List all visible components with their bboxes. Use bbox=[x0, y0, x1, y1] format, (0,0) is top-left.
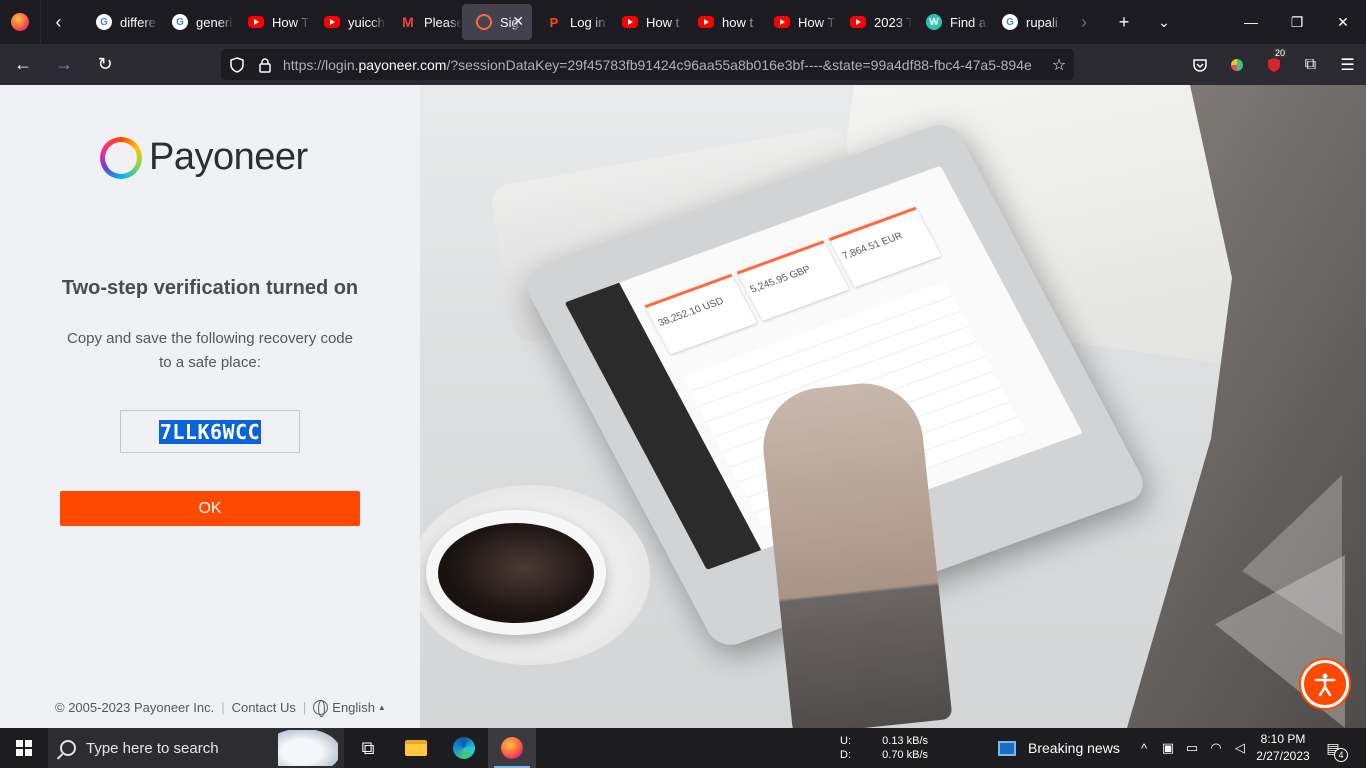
polar-bear-illustration bbox=[278, 730, 338, 766]
page-title: Two-step verification turned on bbox=[61, 277, 359, 299]
tab[interactable]: M Please bbox=[386, 4, 462, 40]
tab-active[interactable]: Sign✕ bbox=[462, 4, 532, 40]
battery-icon[interactable]: ▭ bbox=[1180, 740, 1204, 756]
accessibility-icon[interactable] bbox=[1301, 660, 1349, 708]
task-view-icon[interactable]: ⧉ bbox=[344, 728, 392, 768]
youtube-icon bbox=[850, 16, 866, 28]
bookmark-star-icon[interactable]: ☆ bbox=[1044, 55, 1074, 75]
tab[interactable]: How t bbox=[608, 4, 684, 40]
tab[interactable]: Ggeneri bbox=[158, 4, 234, 40]
paypal-icon: P bbox=[549, 14, 559, 30]
taskbar-search[interactable]: Type here to search bbox=[48, 728, 344, 768]
navigation-toolbar: ← → ↻ https://login.payoneer.com/?sessio… bbox=[0, 44, 1366, 85]
payoneer-ring-icon bbox=[100, 136, 142, 179]
app-menu-icon[interactable]: ☰ bbox=[1329, 44, 1366, 85]
toolbar-extensions: 20 ⧉ ☰ bbox=[1181, 44, 1366, 85]
meet-now-icon[interactable]: ▣ bbox=[1156, 740, 1180, 756]
youtube-icon bbox=[774, 16, 790, 28]
youtube-icon bbox=[622, 16, 638, 28]
close-window-icon[interactable]: ✕ bbox=[1320, 0, 1366, 44]
notification-count: 4 bbox=[1334, 748, 1348, 762]
network-speed: U: D: 0.13 kB/s 0.70 kB/s bbox=[840, 735, 928, 761]
instruction-text: Copy and save the following recovery cod… bbox=[67, 330, 353, 371]
tab[interactable]: Gdiffere bbox=[82, 4, 158, 40]
window-controls: — ❐ ✕ bbox=[1228, 0, 1366, 44]
google-icon: G bbox=[96, 14, 112, 30]
lock-icon[interactable] bbox=[253, 57, 277, 73]
footer: © 2005-2023 Payoneer Inc. | Contact Us |… bbox=[55, 700, 386, 717]
balance-card: 38,252.10 USD bbox=[644, 273, 758, 355]
tab[interactable]: Grupali bbox=[988, 4, 1064, 40]
divider: | bbox=[221, 700, 225, 715]
balance-card: 5,245.95 GBP bbox=[736, 240, 850, 321]
wifi-icon[interactable]: ◠ bbox=[1204, 740, 1228, 756]
contact-us-link[interactable]: Contact Us bbox=[232, 700, 296, 715]
close-tab-icon[interactable]: ✕ bbox=[512, 13, 524, 30]
firefox-taskbar-icon[interactable] bbox=[488, 728, 536, 768]
language-selector[interactable]: English bbox=[332, 700, 375, 715]
youtube-icon bbox=[248, 16, 264, 28]
extension-colorful-icon[interactable] bbox=[1218, 44, 1255, 85]
url-text[interactable]: https://login.payoneer.com/?sessionDataK… bbox=[277, 57, 1044, 73]
recovery-code-box[interactable]: 7LLK6WCC bbox=[120, 410, 300, 453]
payoneer-logo: Payoneer bbox=[100, 136, 308, 179]
volume-icon[interactable]: ◁ bbox=[1228, 740, 1252, 756]
tab[interactable]: 2023 T bbox=[836, 4, 912, 40]
divider: | bbox=[302, 700, 307, 715]
globe-icon bbox=[313, 700, 329, 717]
balance-card: 7,864.51 EUR bbox=[828, 206, 942, 288]
back-icon[interactable]: ← bbox=[5, 49, 41, 81]
list-all-tabs-icon[interactable]: ⌄ bbox=[1144, 0, 1184, 44]
forward-icon[interactable]: → bbox=[46, 49, 82, 81]
tab-list: Gdiffere Ggeneri How T yuicch M Please Si… bbox=[82, 0, 1064, 44]
gmail-icon: M bbox=[402, 14, 414, 30]
tracking-protection-shield-icon[interactable] bbox=[221, 56, 253, 73]
tab[interactable]: how t bbox=[684, 4, 760, 40]
taskbar: Type here to search ⧉ U: D: 0.13 kB/s 0.70… bbox=[0, 728, 1366, 768]
firefox-menu-icon[interactable] bbox=[0, 0, 40, 44]
clock[interactable]: 8:10 PM 2/27/2023 bbox=[1250, 731, 1316, 765]
news-widget[interactable]: Breaking news bbox=[998, 728, 1120, 768]
caret-up-icon[interactable]: ▲ bbox=[378, 703, 386, 712]
reload-icon[interactable]: ↻ bbox=[87, 49, 123, 81]
restore-icon[interactable]: ❐ bbox=[1274, 0, 1320, 44]
hero-photo: 38,252.10 USD 5,245.95 GBP 7,864.51 EUR bbox=[420, 85, 1366, 728]
system-tray: ^ ▣ ▭ ◠ ◁ bbox=[1132, 728, 1252, 768]
login-panel: Payoneer Two-step verification turned on… bbox=[0, 85, 420, 728]
payoneer-icon bbox=[476, 14, 492, 30]
tab[interactable]: How T bbox=[760, 4, 836, 40]
ok-button[interactable]: OK bbox=[60, 491, 360, 526]
edge-icon[interactable] bbox=[440, 728, 488, 768]
new-tab-icon[interactable]: + bbox=[1104, 0, 1144, 44]
youtube-icon bbox=[698, 16, 714, 28]
google-icon: G bbox=[1002, 14, 1018, 30]
tab[interactable]: W Find a bbox=[912, 4, 988, 40]
tab[interactable]: How T bbox=[234, 4, 310, 40]
recovery-code[interactable]: 7LLK6WCC bbox=[158, 419, 262, 444]
tab[interactable]: P Log in bbox=[532, 4, 608, 40]
notification-icon[interactable]: ▤ 4 bbox=[1322, 738, 1348, 762]
google-icon: G bbox=[172, 14, 188, 30]
youtube-icon bbox=[324, 16, 340, 28]
file-explorer-icon[interactable] bbox=[392, 728, 440, 768]
tab[interactable]: yuicch bbox=[310, 4, 386, 40]
pocket-icon[interactable] bbox=[1181, 44, 1218, 85]
search-icon bbox=[60, 740, 76, 756]
tab-scroll-right-icon[interactable]: › bbox=[1064, 0, 1104, 44]
minimize-icon[interactable]: — bbox=[1228, 0, 1274, 44]
adblock-extension-icon[interactable]: 20 bbox=[1255, 44, 1292, 85]
tab-strip: ‹ Gdiffere Ggeneri How T yuicch M Please … bbox=[0, 0, 1366, 44]
address-bar[interactable]: https://login.payoneer.com/?sessionDataK… bbox=[221, 49, 1074, 80]
tab-scroll-left-icon[interactable]: ‹ bbox=[40, 0, 76, 44]
copyright-text: © 2005-2023 Payoneer Inc. bbox=[55, 700, 215, 715]
windows-start-icon[interactable] bbox=[0, 728, 48, 768]
extensions-puzzle-icon[interactable]: ⧉ bbox=[1292, 44, 1329, 85]
coffee bbox=[438, 523, 594, 623]
page-content: Payoneer Two-step verification turned on… bbox=[0, 85, 1366, 728]
wix-icon: W bbox=[926, 14, 942, 30]
chevron-up-icon[interactable]: ^ bbox=[1132, 741, 1156, 756]
news-icon bbox=[998, 740, 1016, 756]
